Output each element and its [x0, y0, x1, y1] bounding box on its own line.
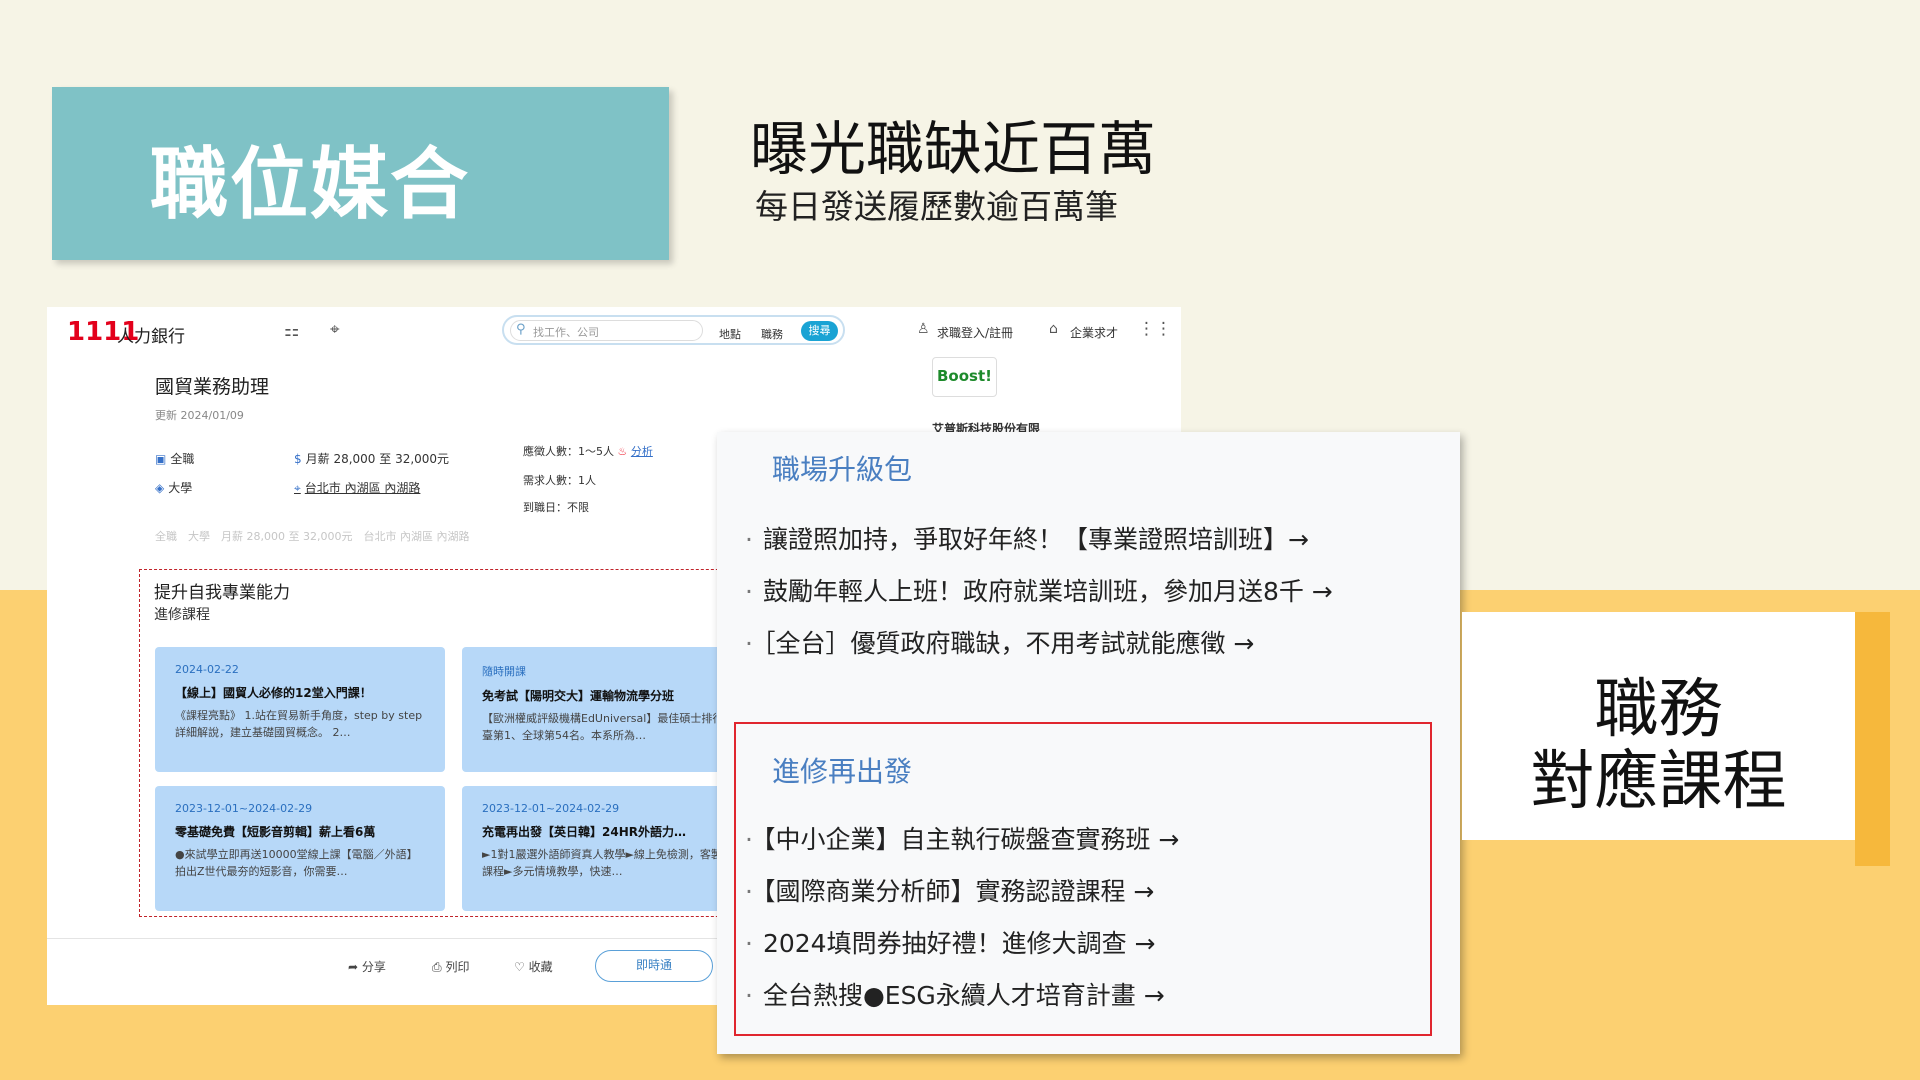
study-item[interactable]: · 全台熱搜●ESG永續人才培育計畫 →	[745, 976, 1165, 1012]
course-desc: ●來試學立即再送10000堂線上課【電腦／外語】 拍出Z世代最夯的短影音，你需要…	[175, 848, 418, 878]
subline: 每日發送履歷數逾百萬筆	[755, 187, 1118, 226]
fire-icon: ♨	[617, 445, 628, 458]
apply-button[interactable]: 即時通	[595, 950, 713, 982]
course-title: 零基礎免費【短影音剪輯】薪上看6萬	[175, 825, 376, 839]
course-desc: 《課程亮點》 1.站在貿易新手角度，step by step詳細解說，建立基礎國…	[175, 709, 423, 739]
course-card[interactable]: 2024-02-22 【線上】國貿人必修的12堂入門課！ 《課程亮點》 1.站在…	[155, 647, 445, 772]
upgrade-item[interactable]: · 讓證照加持，爭取好年終！【專業證照培訓班】→	[745, 520, 1309, 556]
map-pin-icon: ⌖	[294, 481, 301, 495]
action-bar-divider	[47, 938, 767, 939]
employer-link[interactable]: 企業求才	[1070, 324, 1118, 341]
briefcase-icon: ▣	[155, 452, 167, 466]
job-title: 國貿業務助理	[155, 376, 270, 398]
heart-icon: ♡	[514, 960, 525, 974]
side-label-line2: 對應課程	[1530, 745, 1787, 819]
study-item[interactable]: · 【國際商業分析師】實務認證課程 →	[745, 872, 1154, 908]
courses-section-subtitle: 進修課程	[154, 607, 210, 623]
course-date: 隨時開課	[482, 665, 526, 678]
study-heading: 進修再出發	[772, 755, 913, 788]
search-button[interactable]: 搜尋	[801, 321, 838, 341]
course-date: 2023-12-01~2024-02-29	[482, 802, 620, 815]
applicants-analysis-link[interactable]: 分析	[631, 445, 653, 458]
course-card[interactable]: 隨時開課 免考試【陽明交大】運輸物流學分班 【歐洲權威評級機構EdUnivers…	[462, 647, 752, 772]
search-bar: ⚲ 找工作、公司 地點 職務 搜尋	[502, 315, 845, 345]
job-applicants: 應徵人數：1～5人 ♨ 分析	[523, 445, 653, 458]
headline: 曝光職缺近百萬	[750, 115, 1157, 183]
search-filter-location[interactable]: 地點	[719, 326, 741, 342]
course-date: 2024-02-22	[175, 663, 239, 676]
job-location-link[interactable]: ⌖ 台北市 內湖區 內湖路	[294, 479, 420, 496]
apps-grid-icon[interactable]: ⋮⋮	[1138, 319, 1172, 339]
job-salary: $ 月薪 28,000 至 32,000元	[294, 452, 450, 466]
courses-section-title: 提升自我專業能力	[154, 583, 290, 603]
money-icon: $	[294, 452, 302, 466]
course-desc: 【歐洲權威評級機構EdUniversal】最佳碩士排行全臺第1、全球第54名。本…	[482, 712, 735, 742]
print-button[interactable]: ⎙ 列印	[432, 958, 469, 975]
job-start-date: 到職日：不限	[523, 501, 589, 514]
upgrade-heading: 職場升級包	[772, 453, 913, 486]
course-title: 【線上】國貿人必修的12堂入門課！	[175, 686, 372, 700]
search-input[interactable]: 找工作、公司	[510, 320, 703, 341]
course-title: 充電再出發【英日韓】24HR外語力…	[482, 825, 686, 839]
upgrade-item[interactable]: · ［全台］優質政府職缺，不用考試就能應徵 →	[745, 624, 1254, 660]
job-type: ▣ 全職	[155, 452, 195, 466]
save-button[interactable]: ♡ 收藏	[514, 958, 553, 975]
company-logo[interactable]: Boost!	[932, 357, 997, 397]
course-recommendation-panel: 職場升級包 · 讓證照加持，爭取好年終！【專業證照培訓班】→ · 鼓勵年輕人上班！政…	[717, 432, 1460, 1054]
course-desc: ►1對1嚴選外語師資真人教學►線上免檢測，客製化課程►多元情境教學，快速…	[482, 848, 733, 878]
side-label: 職務 對應課程	[1462, 612, 1855, 840]
location-pin-icon[interactable]: ⌖	[330, 320, 340, 340]
job-headcount: 需求人數：1人	[523, 474, 596, 487]
employer-icon[interactable]: ⌂	[1049, 321, 1058, 337]
course-date: 2023-12-01~2024-02-29	[175, 802, 313, 815]
job-updated-date: 更新 2024/01/09	[155, 409, 244, 422]
study-item[interactable]: · 【中小企業】自主執行碳盤查實務班 →	[745, 820, 1179, 856]
job-education: ◈ 大學	[155, 481, 193, 495]
side-label-accent	[1855, 612, 1890, 866]
course-title: 免考試【陽明交大】運輸物流學分班	[482, 689, 675, 703]
share-icon: ➦	[348, 960, 359, 974]
category-grid-icon[interactable]: ⚏	[284, 321, 299, 341]
course-card[interactable]: 2023-12-01~2024-02-29 零基礎免費【短影音剪輯】薪上看6萬 …	[155, 786, 445, 911]
course-card[interactable]: 2023-12-01~2024-02-29 充電再出發【英日韓】24HR外語力……	[462, 786, 752, 911]
print-icon: ⎙	[432, 960, 442, 974]
graduation-icon: ◈	[155, 481, 165, 495]
search-filter-job[interactable]: 職務	[761, 326, 783, 342]
hero-title: 職位媒合	[150, 140, 471, 230]
user-icon[interactable]: ♙	[917, 321, 930, 337]
share-button[interactable]: ➦ 分享	[348, 958, 386, 975]
job-summary-line: 全職 大學 月薪 28,000 至 32,000元 台北市 內湖區 內湖路	[155, 530, 470, 543]
study-item[interactable]: · 2024填問券抽好禮！進修大調查 →	[745, 924, 1155, 960]
site-logo-text[interactable]: 人力銀行	[117, 322, 185, 347]
login-link[interactable]: 求職登入/註冊	[937, 324, 1013, 341]
upgrade-item[interactable]: · 鼓勵年輕人上班！政府就業培訓班，參加月送8千 →	[745, 572, 1333, 608]
